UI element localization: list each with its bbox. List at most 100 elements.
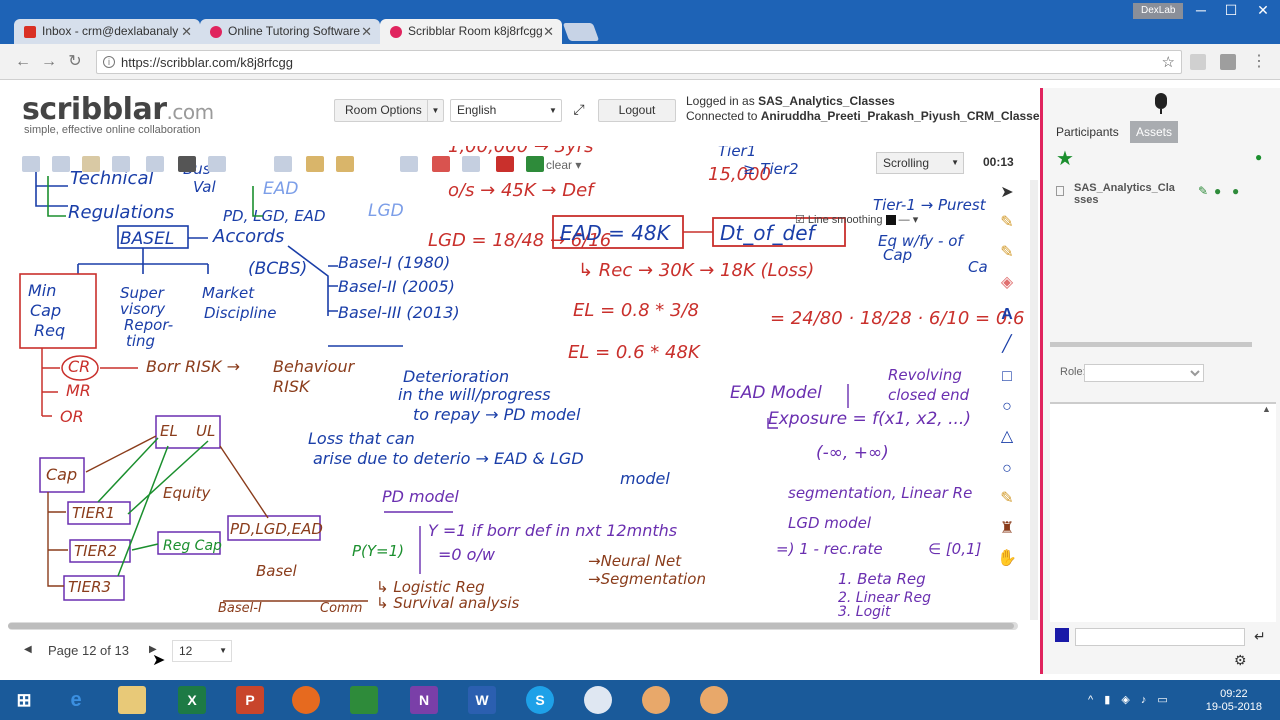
role-select[interactable] [1084,364,1204,382]
microphone-icon[interactable] [1155,93,1167,109]
tab-participants[interactable]: Participants [1050,121,1125,143]
browser-tab-tutoring[interactable]: Online Tutoring Software ✕ [200,19,380,44]
taskbar: ⊞ e X P N W S ^ ▮ ◈ ♪ ▭ 09:22 19-05-2018 [0,680,1280,720]
back-icon[interactable]: ← [14,53,32,71]
vertical-scrollbar[interactable] [1030,180,1038,620]
maximize-button[interactable]: ☐ [1216,0,1246,20]
text-color-swatch[interactable] [1055,628,1069,642]
svg-text:TIER1: TIER1 [72,504,115,522]
color-swatch-icon[interactable] [885,215,896,226]
skype-icon[interactable]: S [526,686,554,714]
store-icon[interactable] [350,686,378,714]
chevron-down-icon[interactable]: ▾ [913,214,919,226]
undo-icon[interactable] [112,156,130,172]
powerpoint-icon[interactable]: P [236,686,264,714]
close-tab-icon[interactable]: ✕ [361,19,372,44]
participant-row[interactable]: SAS_Analytics_Cla sses ✎ ● ● [1056,180,1276,210]
room-options-dropdown[interactable]: Room Options ▼ [334,99,444,122]
trash-icon[interactable] [178,156,196,172]
system-tray-icons[interactable]: ^ ▮ ◈ ♪ ▭ [1088,693,1172,706]
rectangle-tool-icon[interactable]: □ [994,364,1020,390]
tab-label: Scribblar Room k8j8rfcgg [408,24,543,38]
text-tool-icon[interactable]: A [994,302,1020,328]
lock-icon[interactable] [306,156,324,172]
previous-page-icon[interactable]: ◀ [24,644,32,655]
stamp-icon[interactable]: ♜ [994,516,1020,542]
panel-tabs: Participants Assets [1050,121,1276,143]
pen-icon[interactable]: ✎ [994,240,1020,266]
svg-text:Cap: Cap [46,465,77,484]
internet-explorer-icon[interactable]: e [62,686,90,714]
redo-icon[interactable] [146,156,164,172]
svg-text:ting: ting [126,332,155,350]
browser-tab-scribblar[interactable]: Scribblar Room k8j8rfcgg ✕ [380,19,562,44]
info-icon[interactable]: i [103,56,115,68]
svg-text:EL = 0.8 * 3/8: EL = 0.8 * 3/8 [573,300,699,321]
close-tab-icon[interactable]: ✕ [181,19,192,44]
horizontal-scrollbar[interactable] [8,622,1018,630]
page-select[interactable]: 12 ▼ [172,640,232,662]
lock-icon[interactable] [336,156,354,172]
highlighter-icon[interactable]: ✎ [994,486,1020,512]
chat-icon[interactable]: ● [1214,184,1221,198]
scrollbar-thumb[interactable] [8,623,1014,629]
formula-icon[interactable] [462,156,480,172]
circle-tool-icon[interactable]: ○ [994,456,1020,482]
star-icon: ★ [1056,148,1074,170]
hand-tool-icon[interactable]: ✋ [994,546,1020,572]
extension-icon[interactable] [1220,54,1236,70]
send-icon[interactable]: ↵ [1254,628,1266,645]
eraser-icon[interactable]: ◈ [994,270,1020,296]
close-window-button[interactable]: ✕ [1248,0,1278,20]
tab-assets[interactable]: Assets [1130,121,1179,143]
ellipse-tool-icon[interactable]: ○ [994,394,1020,420]
excel-icon[interactable]: X [178,686,206,714]
pdf-icon[interactable] [432,156,450,172]
forward-icon[interactable]: → [40,53,58,71]
app-icon[interactable] [642,686,670,714]
pen-permission-icon[interactable]: ✎ [1198,184,1208,198]
scroll-up-icon[interactable]: ▲ [1262,404,1271,414]
pen-icon[interactable] [526,156,544,172]
close-tab-icon[interactable]: ✕ [543,19,554,44]
bookmark-star-icon[interactable]: ☆ [1162,53,1175,71]
firefox-icon[interactable] [292,686,320,714]
tool-icon[interactable] [400,156,418,172]
word-icon[interactable]: W [468,686,496,714]
file-explorer-icon[interactable] [118,686,146,714]
chat-input[interactable] [1075,628,1245,646]
url-input[interactable] [121,54,1151,70]
extension-icon[interactable] [1190,54,1206,70]
mic-icon[interactable]: ● [1232,184,1239,198]
browser-tab-inbox[interactable]: Inbox - crm@dexlabanaly ✕ [14,19,200,44]
new-tab-button[interactable] [562,23,600,41]
fullscreen-icon[interactable]: ⤢ [568,99,590,122]
shape-icon[interactable] [496,156,514,172]
chrome-icon[interactable] [584,686,612,714]
tool-icon[interactable] [22,156,40,172]
language-select[interactable]: English ▼ [450,99,562,122]
svg-text:Reg Cap: Reg Cap [163,538,222,554]
app-icon[interactable] [700,686,728,714]
tool-icon[interactable] [274,156,292,172]
svg-text:Equity: Equity [163,484,212,502]
menu-icon[interactable]: ⋮ [1250,53,1268,71]
minimize-button[interactable]: ─ [1186,0,1216,20]
line-tool-icon[interactable]: ╱ [994,332,1020,358]
tool-icon[interactable] [208,156,226,172]
reload-icon[interactable]: ↻ [66,53,84,71]
omnibox[interactable]: i ☆ [96,50,1182,74]
scrolling-dropdown[interactable]: Scrolling ▼ [876,152,964,174]
clear-button[interactable]: clear ▾ [546,156,626,174]
copy-icon[interactable] [82,156,100,172]
pencil-icon[interactable]: ✎ [994,210,1020,236]
gear-icon[interactable]: ⚙ [1234,652,1247,669]
line-smoothing-toggle[interactable]: ☑ Line smoothing — ▾ [795,213,918,226]
onenote-icon[interactable]: N [410,686,438,714]
tool-icon[interactable] [52,156,70,172]
logout-button[interactable]: Logout [598,99,676,122]
triangle-tool-icon[interactable]: △ [994,424,1020,450]
windows-start-icon[interactable]: ⊞ [10,686,38,714]
pointer-icon[interactable]: ➤ [994,180,1020,206]
clock[interactable]: 09:22 19-05-2018 [1206,688,1262,714]
